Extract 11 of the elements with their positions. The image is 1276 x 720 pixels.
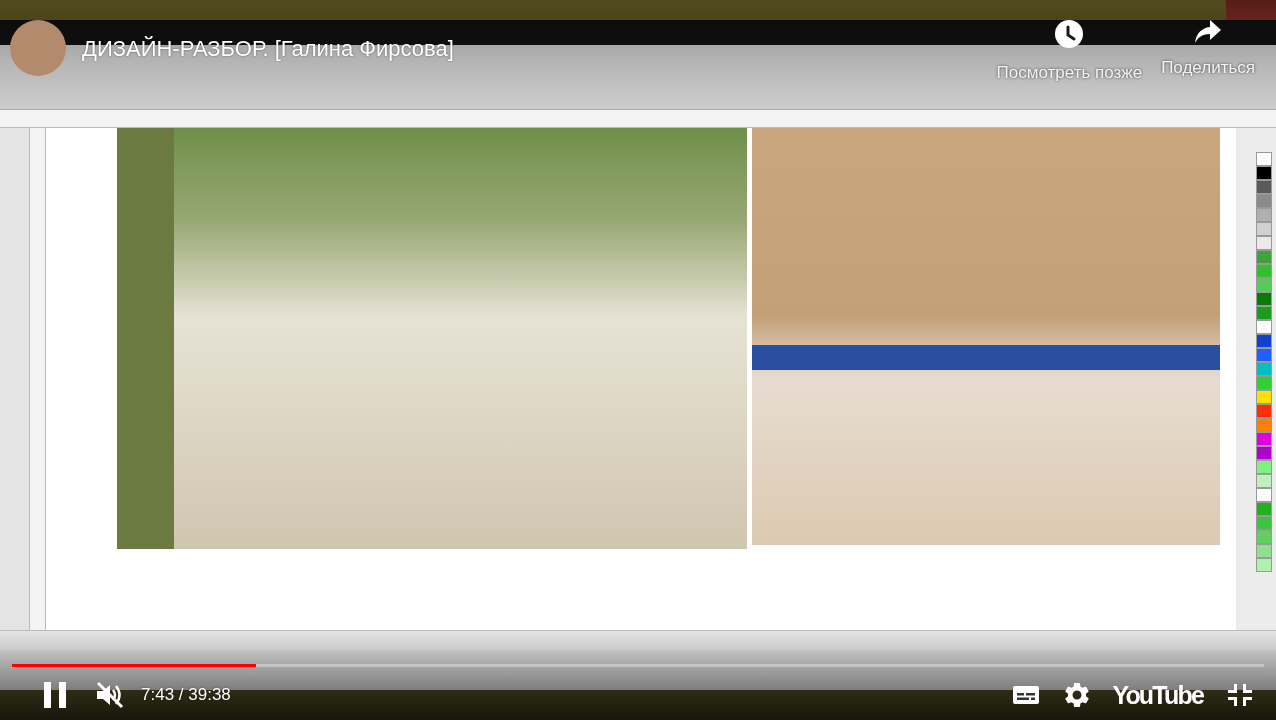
subtitles-icon xyxy=(1013,686,1040,704)
pause-icon xyxy=(44,682,66,708)
clock-icon xyxy=(1055,20,1084,48)
muted-speaker-icon xyxy=(96,681,124,709)
time-display: 7:43 / 39:38 xyxy=(141,685,231,705)
settings-icon xyxy=(1065,683,1090,707)
share-icon xyxy=(1195,20,1222,43)
watch-later-button[interactable]: Посмотреть позже xyxy=(996,20,1143,83)
logo-link[interactable]: YouTube xyxy=(1112,680,1205,710)
exit-fullscreen-icon xyxy=(1228,684,1252,706)
share-button[interactable]: Поделиться xyxy=(1161,20,1255,83)
